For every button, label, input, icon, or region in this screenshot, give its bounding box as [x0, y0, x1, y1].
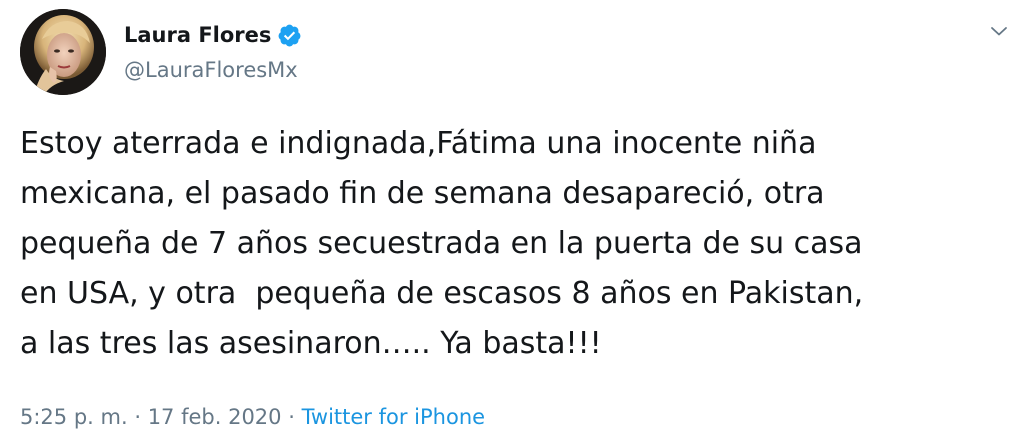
tweet-line: en USA, y otra pequeña de escasos 8 años… [20, 276, 864, 311]
tweet-date-link[interactable]: 17 feb. 2020 [148, 405, 282, 429]
author-name[interactable]: Laura Flores [124, 20, 271, 50]
tweet-line: mexicana, el pasado fin de semana desapa… [20, 176, 825, 211]
tweet-line: a las tres las asesinaron….. Ya basta!!! [20, 326, 602, 361]
tweet-line: pequeña de 7 años secuestrada en la puer… [20, 226, 863, 261]
chevron-down-icon [991, 27, 1007, 36]
profile-photo-icon [20, 9, 106, 95]
tweet-text: Estoy aterrada e indignada,Fátima una in… [20, 119, 1020, 369]
tweet-menu-button[interactable] [984, 16, 1014, 46]
tweet-source-link[interactable]: Twitter for iPhone [302, 405, 486, 429]
meta-separator: · [127, 405, 148, 429]
verified-badge-icon [277, 23, 302, 48]
tweet-time-link[interactable]: 5:25 p. m. [20, 405, 128, 429]
author-handle[interactable]: @LauraFloresMx [124, 55, 298, 85]
avatar[interactable] [20, 9, 106, 95]
author-name-row[interactable]: Laura Flores [124, 20, 302, 50]
meta-separator: · [281, 405, 302, 429]
tweet-line: Estoy aterrada e indignada,Fátima una in… [20, 126, 817, 161]
tweet-metadata: 5:25 p. m. · 17 feb. 2020 · Twitter for … [20, 402, 485, 432]
